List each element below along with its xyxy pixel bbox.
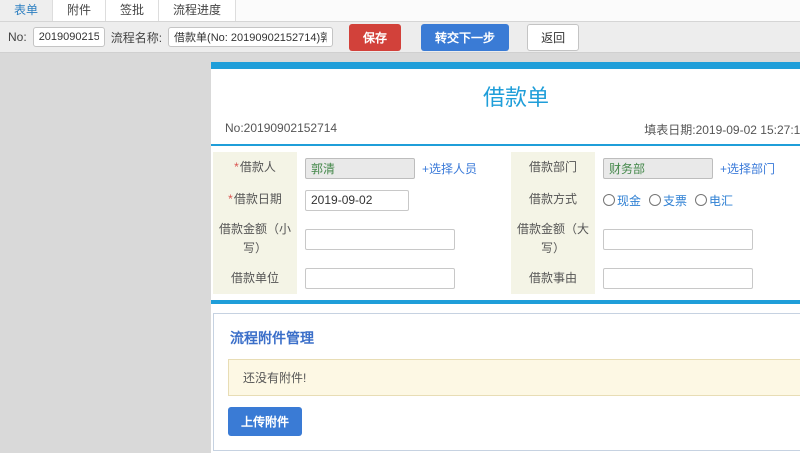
required-mark: * — [234, 160, 239, 175]
tab-approval[interactable]: 签批 — [106, 0, 160, 21]
tab-attachments[interactable]: 附件 — [53, 0, 107, 21]
required-mark: * — [228, 192, 233, 207]
upload-attachment-button[interactable]: 上传附件 — [228, 407, 303, 437]
loan-reason-label: 借款事由 — [511, 262, 595, 295]
select-person-link[interactable]: +选择人员 — [422, 160, 477, 177]
form-fields-grid: * 借款人 +选择人员 借款部门 +选择部门 * 借款日期 借款方式 — [213, 152, 800, 295]
process-name-input[interactable] — [168, 27, 334, 47]
amount-lowercase-input[interactable] — [305, 228, 455, 250]
loan-form-page: 借款单 No:20190902152714 填表日期:2019-09-02 15… — [211, 62, 800, 453]
radio-wire-transfer-input[interactable] — [695, 194, 708, 206]
radio-cash[interactable]: 现金 — [603, 192, 641, 209]
attachments-panel-title: 流程附件管理 — [230, 330, 314, 347]
action-toolbar: No: 流程名称: 保存 转交下一步 返回 — [0, 22, 800, 53]
no-input[interactable] — [32, 27, 105, 47]
tab-process-progress[interactable]: 流程进度 — [159, 0, 237, 21]
loan-unit-input[interactable] — [305, 267, 455, 289]
department-label: 借款部门 — [511, 152, 595, 184]
borrower-label: * 借款人 — [213, 152, 297, 184]
radio-cheque[interactable]: 支票 — [649, 192, 687, 209]
tab-form[interactable]: 表单 — [0, 0, 54, 21]
loan-unit-label: 借款单位 — [213, 262, 297, 295]
view-tabbar: 表单 附件 签批 流程进度 — [0, 0, 800, 22]
loan-reason-input[interactable] — [603, 267, 753, 289]
amount-uppercase-input[interactable] — [603, 228, 753, 250]
save-button[interactable]: 保存 — [349, 23, 402, 51]
attachments-panel: 流程附件管理 还没有附件! 上传附件 — [213, 313, 800, 452]
form-title: 借款单 — [482, 85, 549, 110]
radio-cheque-input[interactable] — [649, 194, 662, 206]
loan-date-label: * 借款日期 — [213, 184, 297, 216]
forward-next-step-button[interactable]: 转交下一步 — [421, 23, 510, 51]
loan-date-input[interactable] — [305, 189, 409, 211]
form-no-text: No:20190902152714 — [225, 121, 338, 135]
radio-cash-input[interactable] — [603, 194, 615, 206]
back-button[interactable]: 返回 — [527, 23, 580, 51]
no-attachments-alert: 还没有附件! — [228, 359, 800, 397]
form-accent-bar-top — [211, 62, 800, 69]
loan-method-radio-group: 现金 支票 电汇 — [603, 192, 733, 209]
form-accent-bar-bottom — [211, 300, 800, 305]
process-name-label: 流程名称: — [110, 30, 163, 45]
department-input[interactable] — [603, 157, 713, 179]
borrower-input[interactable] — [305, 157, 415, 179]
amount-lowercase-label: 借款金额（小写） — [213, 216, 297, 263]
amount-uppercase-label: 借款金额（大写） — [511, 216, 595, 263]
radio-wire-transfer[interactable]: 电汇 — [695, 192, 733, 209]
no-label: No: — [8, 30, 27, 44]
loan-method-label: 借款方式 — [511, 184, 595, 216]
select-department-link[interactable]: +选择部门 — [720, 160, 775, 177]
form-fill-date-text: 填表日期:2019-09-02 15:27:14 — [644, 123, 800, 137]
form-meta-row: No:20190902152714 填表日期:2019-09-02 15:27:… — [211, 119, 800, 146]
